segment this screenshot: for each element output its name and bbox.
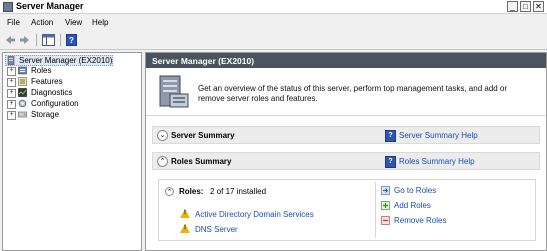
- go-to-roles-icon: [381, 186, 390, 195]
- server-summary-help-link[interactable]: Server Summary Help: [399, 131, 478, 140]
- window-title: Server Manager: [16, 1, 84, 11]
- menu-help[interactable]: Help: [92, 18, 108, 27]
- collapse-roles-icon[interactable]: ⌃: [165, 187, 174, 196]
- toolbar-divider: [36, 34, 37, 46]
- close-button[interactable]: ✕: [533, 1, 544, 12]
- diagnostics-icon: [18, 88, 27, 97]
- tree-item-storage[interactable]: + Storage: [3, 110, 141, 121]
- roles-summary-section[interactable]: ⌃ Roles Summary ? Roles Summary Help: [152, 152, 540, 170]
- role-link-dns-server[interactable]: DNS Server: [195, 225, 238, 234]
- menu-action[interactable]: Action: [31, 18, 53, 27]
- role-link-ad-ds[interactable]: Active Directory Domain Services: [195, 210, 314, 219]
- overview-panel: Get an overview of the status of this se…: [146, 68, 546, 116]
- expand-icon[interactable]: +: [7, 111, 16, 120]
- tree-item-features[interactable]: + Features: [3, 77, 141, 88]
- server-manager-large-icon: [159, 75, 189, 108]
- overview-text: Get an overview of the status of this se…: [198, 84, 508, 103]
- roles-panel: ⌃ Roles: 2 of 17 installed Active Direct…: [158, 179, 536, 241]
- expand-icon[interactable]: +: [7, 67, 16, 76]
- tree-item-label: Storage: [31, 110, 60, 119]
- expand-icon[interactable]: +: [7, 89, 16, 98]
- remove-roles-icon: [381, 216, 390, 225]
- server-summary-section[interactable]: ⌄ Server Summary ? Server Summary Help: [152, 126, 540, 144]
- storage-icon: [18, 111, 27, 118]
- expand-section-icon[interactable]: ⌄: [157, 130, 168, 141]
- help-icon: ?: [385, 156, 396, 168]
- menu-bar: File Action View Help: [0, 15, 547, 29]
- roles-label: Roles:: [179, 187, 204, 196]
- tree-item-roles[interactable]: + Roles: [3, 66, 141, 77]
- svg-text:?: ?: [69, 36, 74, 45]
- tree-item-diagnostics[interactable]: + Diagnostics: [3, 88, 141, 99]
- expand-icon[interactable]: +: [7, 100, 16, 109]
- tree-item-configuration[interactable]: + Configuration: [3, 99, 141, 110]
- tree-item-label: Configuration: [31, 99, 79, 108]
- tree-item-label: Roles: [31, 66, 52, 75]
- help-icon[interactable]: ?: [66, 34, 77, 46]
- forward-icon[interactable]: [19, 34, 31, 46]
- add-roles-icon: [381, 201, 390, 210]
- go-to-roles-link[interactable]: Go to Roles: [394, 186, 436, 195]
- toolbar: ?: [0, 30, 547, 50]
- tree-item-label: Features: [31, 77, 63, 86]
- content-header: Server Manager (EX2010): [146, 53, 546, 68]
- expand-icon[interactable]: +: [7, 78, 16, 87]
- roles-icon: [18, 66, 27, 75]
- collapse-section-icon[interactable]: ⌃: [157, 156, 168, 167]
- warning-icon: [180, 224, 190, 233]
- console-tree: Server Manager (EX2010) + Roles + Featur…: [2, 52, 142, 251]
- remove-roles-link[interactable]: Remove Roles: [394, 216, 446, 225]
- tree-item-server-manager[interactable]: Server Manager (EX2010): [5, 55, 113, 66]
- show-hide-console-tree-icon[interactable]: [42, 34, 55, 46]
- roles-count: 2 of 17 installed: [210, 187, 267, 196]
- content-pane: Server Manager (EX2010) Get an overview …: [145, 52, 547, 251]
- add-roles-link[interactable]: Add Roles: [394, 201, 431, 210]
- help-icon: ?: [385, 130, 396, 142]
- warning-icon: [180, 209, 190, 218]
- roles-summary-help-link[interactable]: Roles Summary Help: [399, 157, 475, 166]
- configuration-icon: [18, 99, 27, 108]
- title-bar: Server Manager _ □ ✕: [0, 0, 547, 14]
- maximize-button[interactable]: □: [520, 1, 531, 12]
- section-title: Roles Summary: [171, 157, 232, 166]
- minimize-button[interactable]: _: [507, 1, 518, 12]
- tree-item-label: Diagnostics: [31, 88, 73, 97]
- server-icon: [7, 56, 15, 65]
- features-icon: [18, 77, 27, 86]
- actions-divider: [375, 182, 376, 238]
- server-manager-icon: [3, 2, 13, 12]
- section-title: Server Summary: [171, 131, 235, 140]
- back-icon[interactable]: [4, 34, 16, 46]
- tree-item-label: Server Manager (EX2010): [19, 56, 113, 65]
- menu-view[interactable]: View: [65, 18, 82, 27]
- menu-file[interactable]: File: [7, 18, 20, 27]
- toolbar-divider: [60, 34, 61, 46]
